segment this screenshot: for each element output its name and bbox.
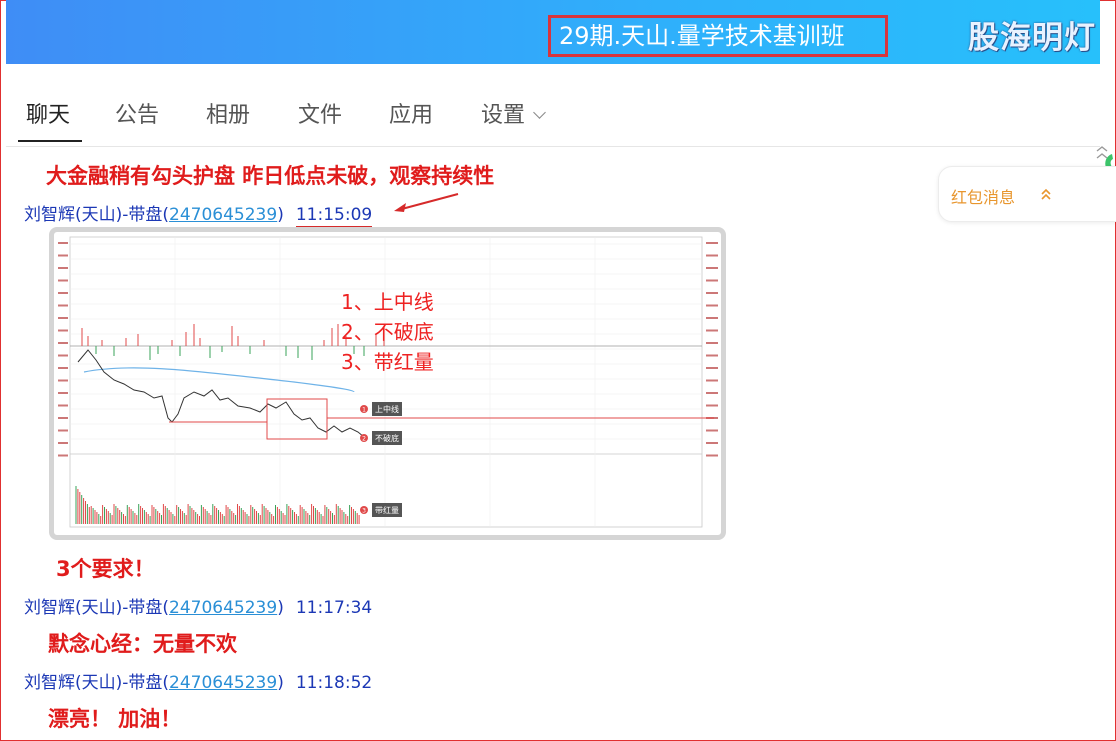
y-tick xyxy=(58,242,68,244)
message-header: 刘智辉(天山)-带盘(2470645239) 11:15:09 xyxy=(24,200,373,229)
y-tick xyxy=(58,329,68,332)
y-tick xyxy=(706,354,718,357)
avg-line xyxy=(83,367,355,393)
y-tick xyxy=(58,304,68,307)
tab-album[interactable]: 相册 xyxy=(206,97,250,129)
y-tick xyxy=(706,292,718,294)
sender-name: 刘智辉(天山)-带盘( xyxy=(24,673,170,693)
y-tick xyxy=(58,342,68,344)
sender-close-paren: ) xyxy=(277,598,284,618)
sender-close-paren: ) xyxy=(277,673,284,693)
message-text: 漂亮！ 加油！ xyxy=(48,707,182,731)
y-tick xyxy=(706,454,718,457)
y-tick xyxy=(706,392,718,394)
arrow-annotation xyxy=(394,193,459,212)
tab-files[interactable]: 文件 xyxy=(298,97,342,129)
y-tick xyxy=(706,442,718,444)
y-tick xyxy=(58,279,68,282)
message-time: 11:18:52 xyxy=(295,673,373,693)
message-header: 刘智辉(天山)-带盘(2470645239) 11:18:52 xyxy=(24,668,372,693)
stock-chart: 1 上中线 2 不破底 3 带红量 xyxy=(58,236,718,528)
tab-settings[interactable]: 设置 xyxy=(481,97,546,129)
y-tick xyxy=(706,254,718,257)
red-packet-label: 红包消息 xyxy=(951,188,1016,207)
y-tick xyxy=(58,454,68,457)
y-tick xyxy=(58,392,68,394)
sender-name: 刘智辉(天山)-带盘( xyxy=(24,598,170,618)
y-tick xyxy=(706,342,718,344)
chart-annotation-2: 2、不破底 xyxy=(341,320,434,344)
marker-label: 带红量 xyxy=(375,505,399,515)
group-title: 29期.天山.量学技术基训班 xyxy=(548,15,888,57)
y-tick xyxy=(58,267,68,269)
tab-settings-label: 设置 xyxy=(481,103,526,128)
y-tick xyxy=(706,304,718,307)
message-time: 11:17:34 xyxy=(295,598,373,618)
y-tick xyxy=(706,279,718,282)
y-tick xyxy=(58,254,68,257)
sender-qq-link[interactable]: 2470645239 xyxy=(169,673,277,693)
y-tick xyxy=(706,429,718,432)
y-tick xyxy=(58,379,68,382)
y-tick xyxy=(706,367,718,369)
active-tab-indicator xyxy=(18,140,82,142)
y-tick xyxy=(706,379,718,382)
marker-number: 1 xyxy=(362,407,366,414)
highlight-box xyxy=(266,398,328,440)
tab-bar: 聊天 公告 相册 文件 应用 设置 xyxy=(6,64,1116,176)
y-tick xyxy=(58,404,68,407)
y-tick xyxy=(58,442,68,444)
chart-frame xyxy=(69,236,703,528)
y-tick xyxy=(706,317,718,319)
y-tick xyxy=(58,292,68,294)
marker-number: 2 xyxy=(362,436,366,443)
y-tick xyxy=(706,242,718,244)
tab-apps[interactable]: 应用 xyxy=(389,97,433,129)
y-tick xyxy=(58,429,68,432)
message-text: 大金融稍有勾头护盘 昨日低点未破，观察持续性 xyxy=(46,164,495,188)
marker-number: 3 xyxy=(362,508,366,515)
close-icon[interactable] xyxy=(1095,146,1109,160)
chart-image[interactable]: 1 上中线 2 不破底 3 带红量 1、上中线 2、不破底 3、带红量 xyxy=(49,227,726,540)
y-tick xyxy=(706,329,718,332)
y-tick xyxy=(706,267,718,269)
chart-annotation-3: 3、带红量 xyxy=(341,350,434,374)
double-chevron-up-icon xyxy=(1041,188,1051,200)
message-time: 11:15:09 xyxy=(295,205,373,229)
marker-label: 不破底 xyxy=(375,433,399,443)
message-text: 3个要求！ xyxy=(56,557,155,581)
tab-chat[interactable]: 聊天 xyxy=(26,97,70,129)
y-tick xyxy=(706,404,718,407)
y-tick xyxy=(58,417,68,419)
sender-qq-link[interactable]: 2470645239 xyxy=(169,205,277,225)
watermark: 股海明灯 xyxy=(968,20,1096,56)
y-tick xyxy=(58,367,68,369)
y-tick xyxy=(58,354,68,357)
red-packet-panel[interactable]: 红包消息 xyxy=(938,166,1116,222)
sender-name: 刘智辉(天山)-带盘( xyxy=(24,205,170,225)
y-tick xyxy=(58,317,68,319)
chart-annotation-1: 1、上中线 xyxy=(341,290,434,314)
tab-announcement[interactable]: 公告 xyxy=(115,97,159,129)
marker-label: 上中线 xyxy=(375,404,399,414)
sender-qq-link[interactable]: 2470645239 xyxy=(169,598,277,618)
header-bar: 29期.天山.量学技术基训班 股海明灯 xyxy=(6,0,1100,64)
chevron-down-icon xyxy=(533,106,546,119)
message-text: 默念心经：无量不欢 xyxy=(48,632,237,656)
message-header: 刘智辉(天山)-带盘(2470645239) 11:17:34 xyxy=(24,593,372,618)
sender-close-paren: ) xyxy=(277,205,284,225)
